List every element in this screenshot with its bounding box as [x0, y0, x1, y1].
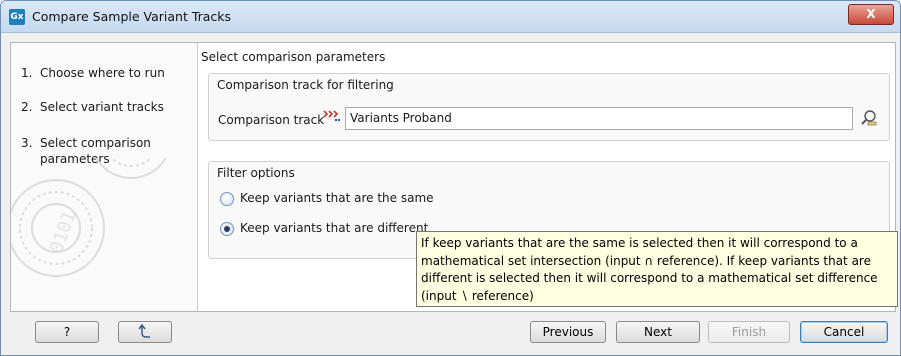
wizard-steps-panel: 1. Choose where to run 2. Select variant…: [11, 43, 198, 311]
app-logo-icon: Gx: [9, 9, 25, 25]
comparison-track-value: Variants Proband: [350, 111, 452, 125]
step-number: 1.: [21, 66, 33, 80]
help-button[interactable]: ?: [35, 321, 99, 343]
step-label: Choose where to run: [40, 66, 165, 80]
group-title: Filter options: [217, 166, 295, 180]
radio-label: Keep variants that are the same: [240, 191, 434, 205]
previous-button[interactable]: Previous: [530, 321, 606, 343]
cancel-button[interactable]: Cancel: [800, 321, 888, 343]
close-button[interactable]: X: [848, 4, 894, 25]
section-title: Select comparison parameters: [201, 50, 386, 64]
tooltip-line: If keep variants that are the same is se…: [421, 236, 858, 250]
reset-button[interactable]: [118, 321, 172, 343]
tooltip-line: different is selected then it will corre…: [421, 271, 878, 285]
window-title: Compare Sample Variant Tracks: [32, 9, 232, 24]
browse-magnifier-icon[interactable]: [860, 109, 878, 127]
dna-watermark-graphic: 0101: [11, 158, 167, 277]
next-button[interactable]: Next: [616, 321, 700, 343]
dialog-window: Gx Compare Sample Variant Tracks X 1. Ch…: [0, 0, 901, 356]
comparison-track-field[interactable]: Variants Proband: [345, 107, 853, 130]
step-number: 2.: [21, 100, 33, 114]
radio-label: Keep variants that are different: [240, 221, 429, 235]
comparison-track-label: Comparison track: [218, 113, 325, 127]
svg-text:0101: 0101: [46, 208, 81, 256]
radio-button-unchecked[interactable]: [220, 192, 234, 206]
tooltip-line: (input ∖ reference): [421, 288, 534, 303]
reset-arrow-icon: [138, 323, 150, 338]
step-label: Select variant tracks: [40, 100, 164, 114]
title-bar[interactable]: Gx Compare Sample Variant Tracks X: [1, 1, 900, 33]
group-title: Comparison track for filtering: [217, 78, 394, 92]
tooltip-line: mathematical set intersection (input ∩ r…: [421, 253, 871, 268]
step-number: 3.: [21, 136, 33, 150]
finish-button[interactable]: Finish: [708, 321, 790, 343]
help-tooltip: If keep variants that are the same is se…: [416, 231, 898, 307]
radio-button-checked[interactable]: [220, 222, 234, 236]
variant-track-icon: [323, 110, 340, 121]
